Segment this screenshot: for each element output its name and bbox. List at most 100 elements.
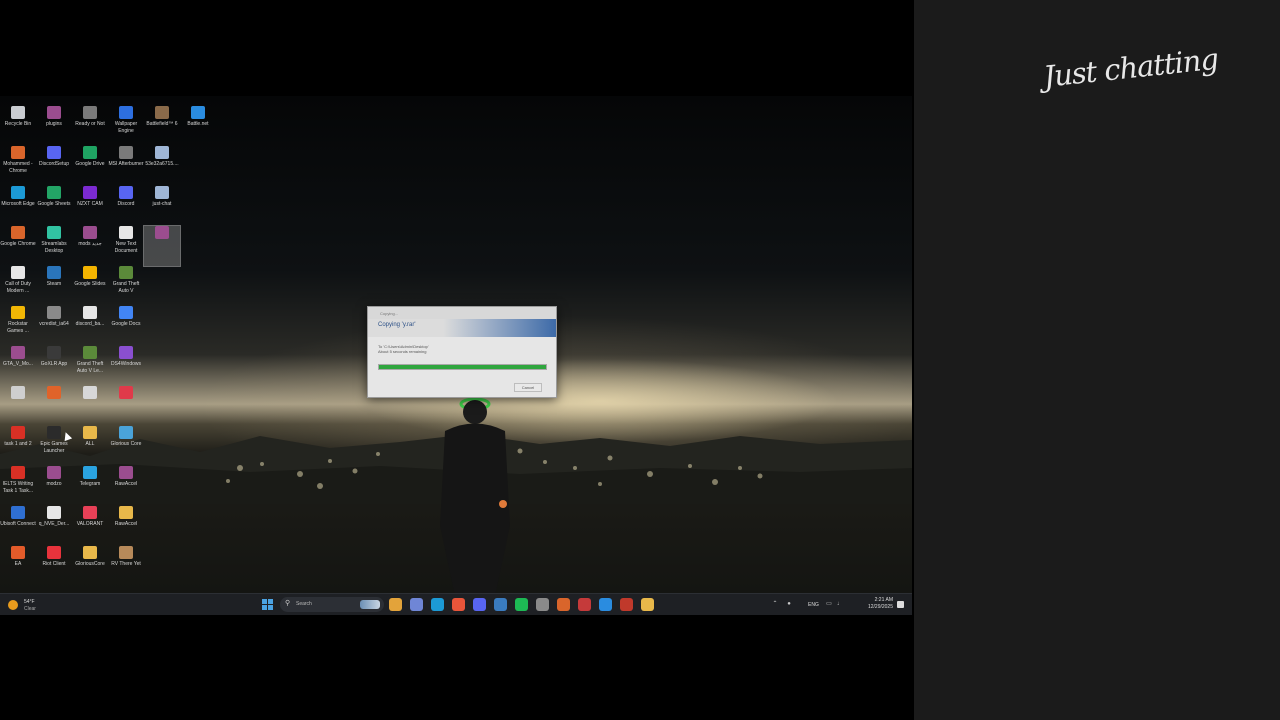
desktop-icon[interactable]: discord_ba... [72, 306, 108, 346]
desktop-icon[interactable]: ALL [72, 426, 108, 466]
desktop-icon[interactable]: Discord [108, 186, 144, 226]
desktop-icon[interactable]: Google Chrome [0, 226, 36, 266]
battlenet-icon[interactable] [599, 598, 612, 611]
desktop-icon[interactable]: Wallpaper Engine [108, 106, 144, 146]
desktop-icon-label: Ubisoft Connect [0, 521, 36, 527]
desktop-icon[interactable]: modzo [36, 466, 72, 506]
desktop-icon[interactable]: EA [0, 546, 36, 586]
desktop-icon[interactable]: MSI Afterburner [108, 146, 144, 186]
desktop-icon[interactable]: Recycle Bin [0, 106, 36, 146]
desktop-icon[interactable]: RawAccel [108, 466, 144, 506]
desktop-icon[interactable]: Riot Client [36, 546, 72, 586]
desktop-icon[interactable]: Call of Duty Modern ... [0, 266, 36, 306]
desktop-icon[interactable]: IELTS Writing Task 1 Task... [0, 466, 36, 506]
msi-afterburner-icon[interactable] [578, 598, 591, 611]
desktop-icon[interactable]: Mohammed - Chrome [0, 146, 36, 186]
ea-icon [11, 546, 25, 559]
desktop-icon[interactable]: VALORANT [72, 506, 108, 546]
desktop-icon[interactable]: DiscordSetup [36, 146, 72, 186]
desktop-icon[interactable]: task 1 and 2 [0, 426, 36, 466]
desktop-icon-label: GTA_V_Mo... [3, 361, 33, 367]
desktop-icon[interactable]: Rockstar Games ... [0, 306, 36, 346]
desktop-icon[interactable]: mods جديد [72, 226, 108, 266]
desktop-icon[interactable]: GTA_V_Mo... [0, 346, 36, 386]
copilot-icon[interactable] [410, 598, 423, 611]
desktop-icon[interactable] [36, 386, 72, 426]
desktop-icon[interactable]: q_NVE_Der... [36, 506, 72, 546]
obs-icon[interactable] [536, 598, 549, 611]
desktop-icon[interactable]: Telegram [72, 466, 108, 506]
ds4windows-icon [119, 346, 133, 359]
brave-icon[interactable] [452, 598, 465, 611]
monitor-icon[interactable]: ▭ [825, 601, 833, 608]
desktop-icon[interactable]: just-chat [144, 186, 180, 226]
desktop-icon[interactable] [72, 386, 108, 426]
chevron-up-icon[interactable]: ⌃ [771, 601, 779, 608]
spotify-icon[interactable] [515, 598, 528, 611]
clock-date[interactable]: 12/29/2025 [868, 604, 893, 610]
desktop-icon[interactable]: plugins [36, 106, 72, 146]
desktop-icon[interactable]: Google Slides [72, 266, 108, 306]
file-explorer-icon[interactable] [389, 598, 402, 611]
desktop-icon[interactable]: DS4Windows [108, 346, 144, 386]
desktop-icon[interactable]: GloriousCore [72, 546, 108, 586]
pdf-icon [11, 466, 25, 479]
steam-icon[interactable] [494, 598, 507, 611]
desktop-icon[interactable]: RawAccel [108, 506, 144, 546]
volume-icon[interactable]: ♩ [836, 601, 844, 608]
screen: Recycle Bin plugins Ready or Not Wallpaper … [0, 0, 1280, 720]
folder-icon[interactable] [641, 598, 654, 611]
input-language[interactable]: ENG [808, 602, 819, 608]
desktop-icon[interactable]: Google Docs [108, 306, 144, 346]
desktop[interactable]: Recycle Bin plugins Ready or Not Wallpaper … [0, 96, 912, 593]
desktop-icon[interactable]: Battlefield™ 6 [144, 106, 180, 146]
desktop-icon[interactable] [108, 386, 144, 426]
edge-icon[interactable] [431, 598, 444, 611]
desktop-icon-label: Call of Duty Modern ... [5, 281, 31, 294]
desktop-icon-label: Mohammed - Chrome [3, 161, 33, 174]
text-document-icon [119, 226, 133, 239]
google-docs-icon [119, 306, 133, 319]
desktop-icon[interactable] [0, 386, 36, 426]
desktop-icon[interactable]: New Text Document [108, 226, 144, 266]
desktop-icon[interactable]: vcredist_ia64 [36, 306, 72, 346]
taskbar-search-box[interactable]: ⚲ Search [280, 597, 384, 612]
desktop-icon[interactable]: Ubisoft Connect [0, 506, 36, 546]
desktop-icon[interactable]: GoXLR App [36, 346, 72, 386]
desktop-icon[interactable]: Ready or Not [72, 106, 108, 146]
microphone-icon[interactable]: ● [785, 601, 793, 608]
desktop-icon[interactable]: Steam [36, 266, 72, 306]
desktop-icon[interactable]: 53e32a6715.... [144, 146, 180, 186]
dialog-time-remaining: About 5 seconds remaining [378, 349, 427, 354]
desktop-icon-label: modzo [46, 481, 62, 487]
search-icon: ⚲ [285, 600, 291, 607]
clock-time[interactable]: 2:21 AM [875, 597, 893, 603]
copy-progress-dialog[interactable]: Copying... Copying 'y.rar' To 'C:\Users\… [367, 306, 557, 398]
desktop-icon-label: VALORANT [76, 521, 104, 527]
desktop-icon[interactable] [143, 225, 181, 267]
desktop-icon[interactable]: NZXT CAM [72, 186, 108, 226]
desktop-icon-label: Ready or Not [75, 121, 105, 127]
desktop-icon[interactable]: Grand Theft Auto V [108, 266, 144, 306]
desktop-icon[interactable]: Glorious Core [108, 426, 144, 466]
start-button[interactable] [262, 599, 273, 610]
desktop-icon[interactable]: Google Drive [72, 146, 108, 186]
desktop-icon-label: Discord [117, 201, 135, 207]
desktop-icon[interactable]: Battle.net [180, 106, 216, 146]
desktop-icon-label: ALL [85, 441, 95, 447]
weather-moon-icon [8, 600, 18, 610]
battlenet-icon [191, 106, 205, 119]
discord-icon[interactable] [473, 598, 486, 611]
search-highlight-image [360, 600, 380, 609]
desktop-icon[interactable]: Google Sheets [36, 186, 72, 226]
cancel-button[interactable]: Cancel [514, 383, 542, 392]
desktop-icon[interactable]: RV There Yet [108, 546, 144, 586]
desktop-icon[interactable]: Microsoft Edge [0, 186, 36, 226]
notification-icon[interactable] [897, 601, 904, 608]
chrome-icon[interactable] [557, 598, 570, 611]
desktop-icon[interactable]: Streamlabs Desktop [36, 226, 72, 266]
desktop-icon-label: Steam [46, 281, 62, 287]
streamlabs-icon[interactable] [620, 598, 633, 611]
edge-icon [11, 186, 25, 199]
desktop-icon[interactable]: Grand Theft Auto V Le... [72, 346, 108, 386]
